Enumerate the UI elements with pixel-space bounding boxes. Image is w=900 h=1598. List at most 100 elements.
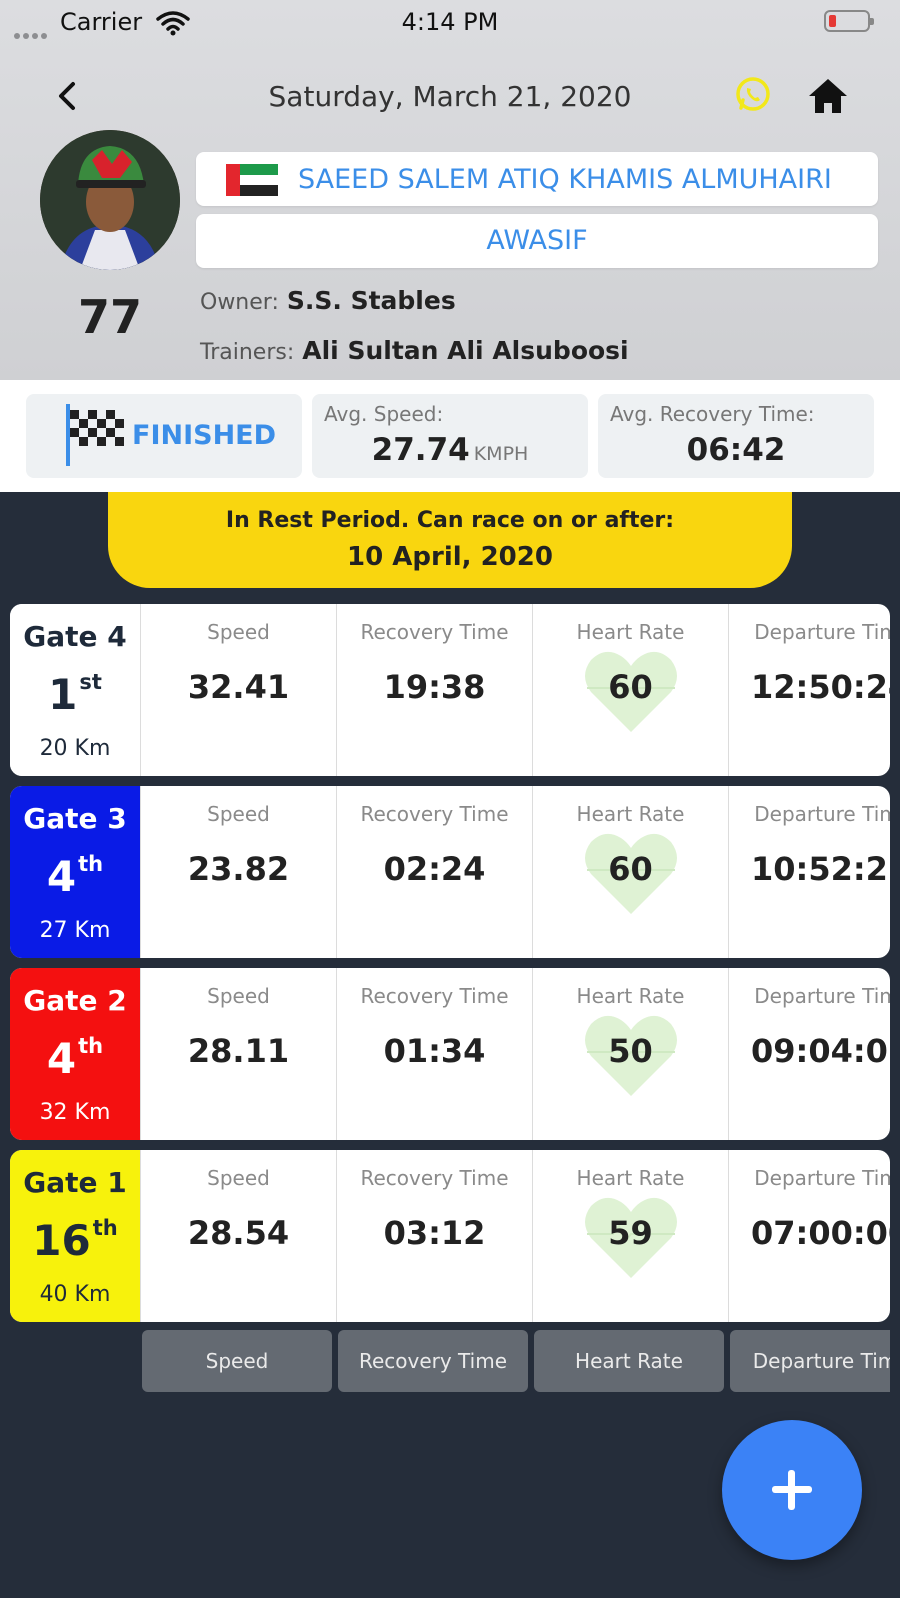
gate-position-suffix: th bbox=[92, 1216, 118, 1240]
heart-rate-cell: Heart Rate 50 bbox=[532, 968, 728, 1140]
rider-name: SAEED SALEM ATIQ KHAMIS ALMUHAIRI bbox=[298, 164, 832, 195]
speed-cell: Speed 28.11 bbox=[140, 968, 336, 1140]
speed-cell: Speed 28.54 bbox=[140, 1150, 336, 1322]
recovery-time-header: Recovery Time bbox=[360, 984, 509, 1008]
rest-period-date: 10 April, 2020 bbox=[347, 542, 553, 572]
gate-distance: 40 Km bbox=[39, 1282, 111, 1307]
recovery-time-header: Recovery Time bbox=[360, 620, 509, 644]
trainer-value: Ali Sultan Ali Alsuboosi bbox=[302, 336, 629, 365]
avg-speed-unit: KMPH bbox=[473, 443, 529, 465]
gate-position: 1st bbox=[10, 670, 140, 719]
recovery-time-value: 19:38 bbox=[383, 668, 486, 706]
heart-rate-header: Heart Rate bbox=[576, 620, 685, 644]
gate-row[interactable]: Gate 1 16th 40 Km Speed 28.54 Recovery Time 03… bbox=[10, 1150, 890, 1322]
recovery-time-header: Recovery Time bbox=[360, 802, 509, 826]
avg-recovery-label: Avg. Recovery Time: bbox=[610, 402, 815, 426]
departure-time-header: Departure Tim bbox=[754, 620, 890, 644]
checkered-flag-icon bbox=[66, 404, 124, 466]
whatsapp-icon[interactable] bbox=[732, 74, 774, 116]
gate-name: Gate 3 bbox=[23, 802, 127, 835]
gate-label-cell: Gate 4 1st 20 Km bbox=[10, 604, 140, 776]
owner-value: S.S. Stables bbox=[286, 286, 456, 315]
uae-flag-icon bbox=[226, 164, 278, 196]
back-icon[interactable] bbox=[48, 76, 88, 116]
footer-tab-heart-rate[interactable]: Heart Rate bbox=[534, 1330, 724, 1392]
speed-value: 23.82 bbox=[187, 850, 290, 888]
gate-position-suffix: th bbox=[78, 1034, 104, 1058]
header-area: Carrier 4:14 PM Saturday, March 21, 2020 bbox=[0, 0, 900, 380]
departure-time-value: 10:52:23 bbox=[751, 850, 890, 888]
recovery-time-value: 02:24 bbox=[383, 850, 486, 888]
gate-row[interactable]: Gate 2 4th 32 Km Speed 28.11 Recovery Time 01:… bbox=[10, 968, 890, 1140]
gate-distance: 20 Km bbox=[39, 736, 111, 761]
gate-label-cell: Gate 3 4th 27 Km bbox=[10, 786, 140, 958]
home-icon[interactable] bbox=[806, 76, 850, 116]
departure-time-cell: Departure Tim 12:50:24 bbox=[728, 604, 890, 776]
avg-speed-value-wrap: 27.74 KMPH bbox=[312, 432, 588, 468]
avg-speed-card: Avg. Speed: 27.74 KMPH bbox=[312, 394, 588, 478]
avg-recovery-value: 06:42 bbox=[686, 432, 786, 468]
status-time: 4:14 PM bbox=[401, 8, 499, 36]
trainer-line: Trainers: Ali Sultan Ali Alsuboosi bbox=[200, 336, 629, 365]
heart-rate-value: 60 bbox=[608, 850, 653, 888]
rest-period-banner: In Rest Period. Can race on or after: 10… bbox=[108, 492, 792, 588]
horse-name[interactable]: AWASIF bbox=[196, 214, 878, 268]
footer-tab-departure[interactable]: Departure Tim bbox=[730, 1330, 890, 1392]
gate-position: 4th bbox=[10, 1034, 140, 1083]
gate-position-suffix: st bbox=[79, 670, 102, 694]
avg-speed-value: 27.74 bbox=[371, 432, 470, 468]
heart-rate-header: Heart Rate bbox=[576, 1166, 685, 1190]
gate-row[interactable]: Gate 4 1st 20 Km Speed 32.41 Recovery Time 19:… bbox=[10, 604, 890, 776]
gate-name: Gate 1 bbox=[23, 1166, 127, 1199]
trainer-label: Trainers: bbox=[200, 340, 295, 365]
battery-icon bbox=[824, 10, 874, 32]
avg-recovery-card: Avg. Recovery Time: 06:42 bbox=[598, 394, 874, 478]
gate-position: 16th bbox=[10, 1216, 140, 1265]
gate-position-number: 4 bbox=[46, 1034, 77, 1083]
recovery-time-cell: Recovery Time 03:12 bbox=[336, 1150, 532, 1322]
recovery-time-cell: Recovery Time 02:24 bbox=[336, 786, 532, 958]
avg-speed-label: Avg. Speed: bbox=[324, 402, 444, 426]
speed-value: 28.11 bbox=[187, 1032, 290, 1070]
gate-row[interactable]: Gate 3 4th 27 Km Speed 23.82 Recovery Time 02:… bbox=[10, 786, 890, 958]
heart-rate-header: Heart Rate bbox=[576, 984, 685, 1008]
gate-position-number: 1 bbox=[48, 670, 78, 719]
rest-period-text: In Rest Period. Can race on or after: bbox=[225, 508, 675, 533]
speed-header: Speed bbox=[207, 1166, 270, 1190]
recovery-time-cell: Recovery Time 19:38 bbox=[336, 604, 532, 776]
rider-number: 77 bbox=[77, 290, 142, 344]
speed-header: Speed bbox=[207, 620, 270, 644]
finished-card: FINISHED bbox=[26, 394, 302, 478]
departure-time-header: Departure Tim bbox=[754, 802, 890, 826]
status-bar: Carrier 4:14 PM bbox=[0, 0, 900, 44]
gate-distance: 32 Km bbox=[39, 1100, 111, 1125]
footer-tab-recovery[interactable]: Recovery Time bbox=[338, 1330, 528, 1392]
speed-value: 32.41 bbox=[187, 668, 290, 706]
gate-distance: 27 Km bbox=[39, 918, 111, 943]
gate-label-cell: Gate 2 4th 32 Km bbox=[10, 968, 140, 1140]
departure-time-value: 07:00:00 bbox=[751, 1214, 890, 1252]
summary-bar: FINISHED Avg. Speed: 27.74 KMPH Avg. Reco… bbox=[0, 380, 900, 492]
recovery-time-value: 01:34 bbox=[383, 1032, 486, 1070]
footer-tab-speed[interactable]: Speed bbox=[142, 1330, 332, 1392]
gate-position: 4th bbox=[10, 852, 140, 901]
heart-rate-cell: Heart Rate 59 bbox=[532, 1150, 728, 1322]
gate-name: Gate 2 bbox=[23, 984, 127, 1017]
gate-name: Gate 4 bbox=[23, 620, 127, 653]
departure-time-value: 09:04:05 bbox=[751, 1032, 890, 1070]
speed-header: Speed bbox=[207, 802, 270, 826]
heart-rate-value: 60 bbox=[608, 668, 653, 706]
speed-cell: Speed 23.82 bbox=[140, 786, 336, 958]
departure-time-cell: Departure Tim 07:00:00 bbox=[728, 1150, 890, 1322]
gate-label-cell: Gate 1 16th 40 Km bbox=[10, 1150, 140, 1322]
departure-time-header: Departure Tim bbox=[754, 1166, 890, 1190]
column-footer: Speed Recovery Time Heart Rate Departure… bbox=[142, 1330, 890, 1392]
speed-header: Speed bbox=[207, 984, 270, 1008]
add-button[interactable] bbox=[722, 1420, 862, 1560]
departure-time-value: 12:50:24 bbox=[751, 668, 890, 706]
heart-rate-value: 59 bbox=[608, 1214, 653, 1252]
gate-position-number: 16 bbox=[32, 1216, 91, 1265]
departure-time-cell: Departure Tim 09:04:05 bbox=[728, 968, 890, 1140]
rider-name-box[interactable]: SAEED SALEM ATIQ KHAMIS ALMUHAIRI bbox=[196, 152, 878, 206]
departure-time-header: Departure Tim bbox=[754, 984, 890, 1008]
